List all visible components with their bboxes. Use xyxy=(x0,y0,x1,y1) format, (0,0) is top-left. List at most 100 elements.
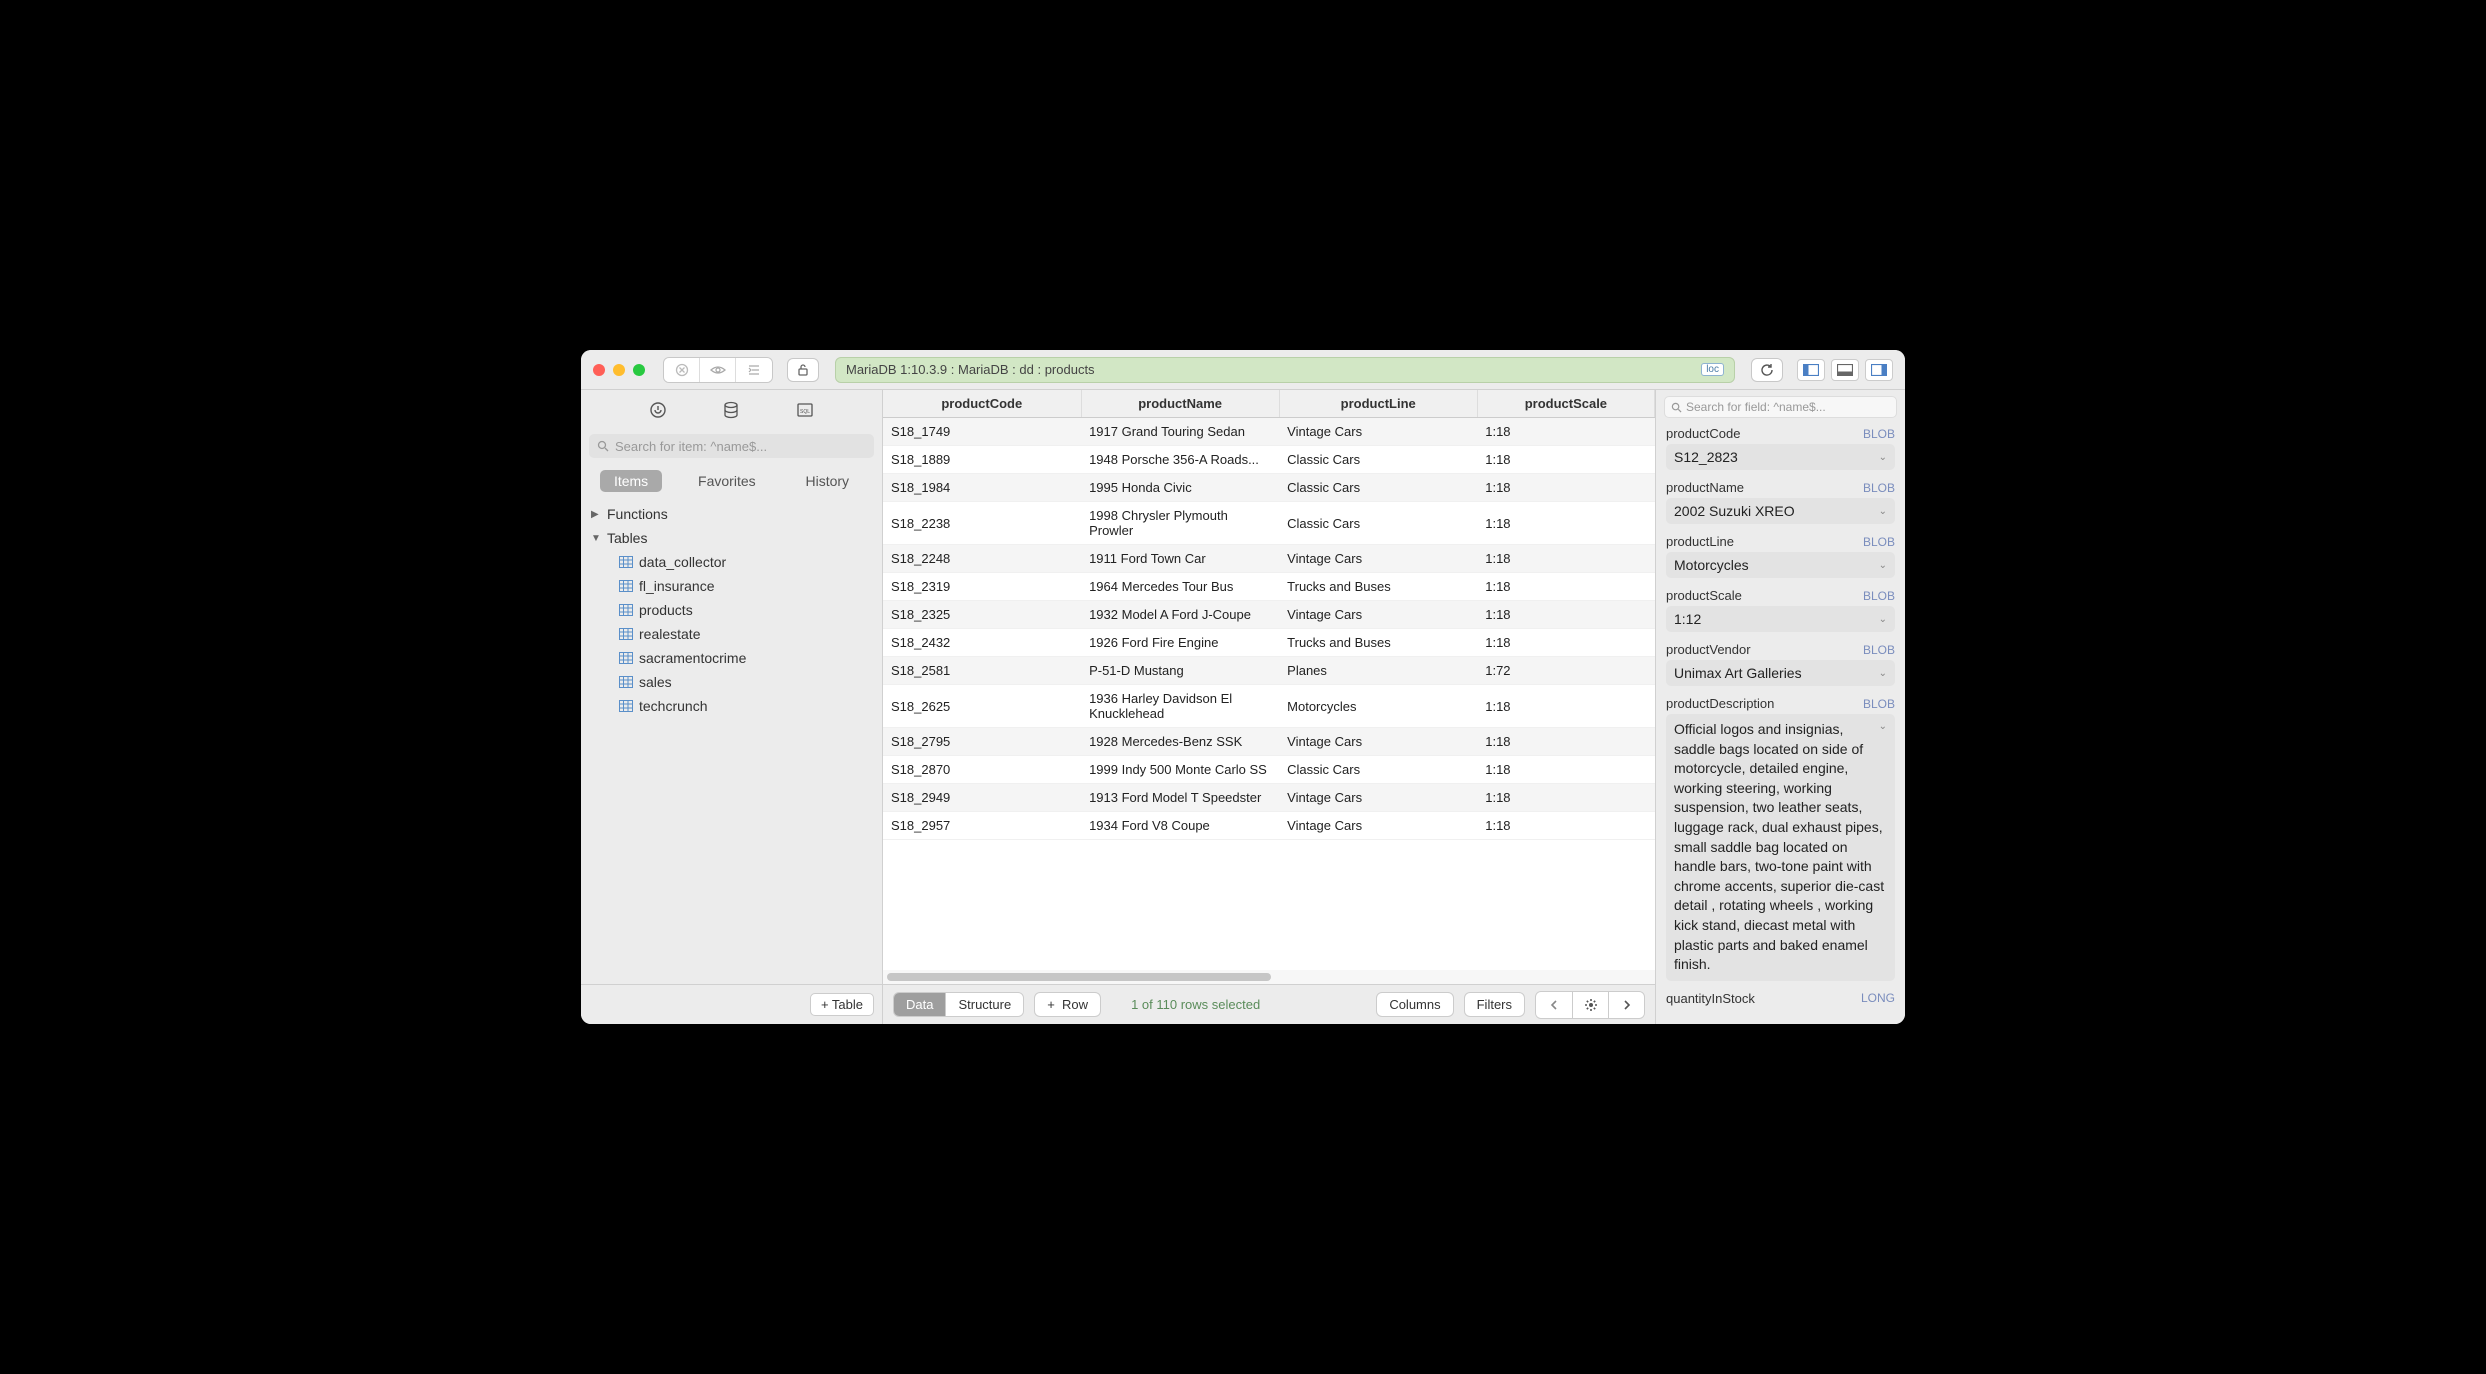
table-row[interactable]: S18_29571934 Ford V8 CoupeVintage Cars1:… xyxy=(883,812,1655,840)
cell-code[interactable]: S18_2325 xyxy=(883,601,1081,629)
cancel-icon[interactable] xyxy=(664,358,700,382)
sql-icon[interactable]: SQL xyxy=(793,398,817,422)
cell-line[interactable]: Trucks and Buses xyxy=(1279,573,1477,601)
column-header-productCode[interactable]: productCode xyxy=(883,390,1081,418)
cell-name[interactable]: 1999 Indy 500 Monte Carlo SS xyxy=(1081,756,1279,784)
columns-button[interactable]: Columns xyxy=(1376,992,1453,1017)
cell-line[interactable]: Classic Cars xyxy=(1279,446,1477,474)
cell-name[interactable]: 1913 Ford Model T Speedster xyxy=(1081,784,1279,812)
cell-code[interactable]: S18_1749 xyxy=(883,418,1081,446)
table-row[interactable]: S18_18891948 Porsche 356-A Roads...Class… xyxy=(883,446,1655,474)
cell-code[interactable]: S18_1889 xyxy=(883,446,1081,474)
table-row[interactable]: S18_24321926 Ford Fire EngineTrucks and … xyxy=(883,629,1655,657)
cell-line[interactable]: Vintage Cars xyxy=(1279,545,1477,573)
database-icon[interactable] xyxy=(719,398,743,422)
sidebar-table-item[interactable]: data_collector xyxy=(581,550,882,574)
cell-name[interactable]: 1926 Ford Fire Engine xyxy=(1081,629,1279,657)
zoom-window-button[interactable] xyxy=(633,364,645,376)
minimize-window-button[interactable] xyxy=(613,364,625,376)
filters-button[interactable]: Filters xyxy=(1464,992,1525,1017)
cell-line[interactable]: Classic Cars xyxy=(1279,756,1477,784)
scrollbar-thumb[interactable] xyxy=(887,973,1271,981)
tab-items[interactable]: Items xyxy=(600,470,662,492)
power-icon[interactable] xyxy=(646,398,670,422)
sidebar-table-item[interactable]: techcrunch xyxy=(581,694,882,718)
cell-scale[interactable]: 1:18 xyxy=(1477,545,1654,573)
cell-code[interactable]: S18_2238 xyxy=(883,502,1081,545)
next-page-button[interactable] xyxy=(1608,992,1644,1018)
column-header-productScale[interactable]: productScale xyxy=(1477,390,1654,418)
cell-scale[interactable]: 1:18 xyxy=(1477,502,1654,545)
cell-name[interactable]: 1917 Grand Touring Sedan xyxy=(1081,418,1279,446)
cell-line[interactable]: Vintage Cars xyxy=(1279,784,1477,812)
horizontal-scrollbar[interactable] xyxy=(883,970,1655,984)
cell-line[interactable]: Vintage Cars xyxy=(1279,728,1477,756)
cell-scale[interactable]: 1:18 xyxy=(1477,728,1654,756)
cell-name[interactable]: 1934 Ford V8 Coupe xyxy=(1081,812,1279,840)
settings-button[interactable] xyxy=(1572,992,1608,1018)
sidebar-table-item[interactable]: products xyxy=(581,598,882,622)
table-row[interactable]: S18_22481911 Ford Town CarVintage Cars1:… xyxy=(883,545,1655,573)
tree-functions[interactable]: ▶ Functions xyxy=(581,502,882,526)
column-header-productLine[interactable]: productLine xyxy=(1279,390,1477,418)
cell-line[interactable]: Vintage Cars xyxy=(1279,812,1477,840)
tab-data[interactable]: Data xyxy=(894,993,945,1016)
cell-code[interactable]: S18_2795 xyxy=(883,728,1081,756)
table-row[interactable]: S18_23191964 Mercedes Tour BusTrucks and… xyxy=(883,573,1655,601)
cell-name[interactable]: 1936 Harley Davidson El Knucklehead xyxy=(1081,685,1279,728)
sidebar-table-item[interactable]: fl_insurance xyxy=(581,574,882,598)
cell-scale[interactable]: 1:18 xyxy=(1477,446,1654,474)
field-value-input[interactable]: 2002 Suzuki XREO ⌄ xyxy=(1666,498,1895,524)
cell-line[interactable]: Planes xyxy=(1279,657,1477,685)
tab-structure[interactable]: Structure xyxy=(945,993,1023,1016)
add-table-button[interactable]: + Table xyxy=(810,993,874,1016)
cell-name[interactable]: P-51-D Mustang xyxy=(1081,657,1279,685)
cell-code[interactable]: S18_2957 xyxy=(883,812,1081,840)
table-row[interactable]: S18_28701999 Indy 500 Monte Carlo SSClas… xyxy=(883,756,1655,784)
cell-code[interactable]: S18_2581 xyxy=(883,657,1081,685)
cell-scale[interactable]: 1:18 xyxy=(1477,418,1654,446)
cell-name[interactable]: 1964 Mercedes Tour Bus xyxy=(1081,573,1279,601)
cell-scale[interactable]: 1:18 xyxy=(1477,784,1654,812)
table-row[interactable]: S18_23251932 Model A Ford J-CoupeVintage… xyxy=(883,601,1655,629)
toggle-bottom-panel[interactable] xyxy=(1831,359,1859,381)
sidebar-table-item[interactable]: sales xyxy=(581,670,882,694)
cell-line[interactable]: Trucks and Buses xyxy=(1279,629,1477,657)
table-row[interactable]: S18_29491913 Ford Model T SpeedsterVinta… xyxy=(883,784,1655,812)
table-row[interactable]: S18_22381998 Chrysler Plymouth ProwlerCl… xyxy=(883,502,1655,545)
cell-code[interactable]: S18_2319 xyxy=(883,573,1081,601)
eye-icon[interactable] xyxy=(700,358,736,382)
cell-code[interactable]: S18_1984 xyxy=(883,474,1081,502)
table-row[interactable]: S18_26251936 Harley Davidson El Knuckleh… xyxy=(883,685,1655,728)
field-value-input[interactable]: Unimax Art Galleries ⌄ xyxy=(1666,660,1895,686)
cell-code[interactable]: S18_2248 xyxy=(883,545,1081,573)
cell-line[interactable]: Vintage Cars xyxy=(1279,418,1477,446)
cell-scale[interactable]: 1:18 xyxy=(1477,812,1654,840)
connection-path-bar[interactable]: MariaDB 1:10.3.9 : MariaDB : dd : produc… xyxy=(835,357,1735,383)
cell-scale[interactable]: 1:18 xyxy=(1477,629,1654,657)
table-row[interactable]: S18_19841995 Honda CivicClassic Cars1:18 xyxy=(883,474,1655,502)
inspector-search-input[interactable] xyxy=(1686,400,1890,414)
field-value-input[interactable]: S12_2823 ⌄ xyxy=(1666,444,1895,470)
cell-code[interactable]: S18_2625 xyxy=(883,685,1081,728)
field-value-textarea[interactable]: Official logos and insignias, saddle bag… xyxy=(1666,714,1895,981)
lock-icon[interactable] xyxy=(787,358,819,382)
sidebar-table-item[interactable]: sacramentocrime xyxy=(581,646,882,670)
field-value-input[interactable]: 1:12 ⌄ xyxy=(1666,606,1895,632)
cell-scale[interactable]: 1:18 xyxy=(1477,573,1654,601)
toggle-left-panel[interactable] xyxy=(1797,359,1825,381)
cell-line[interactable]: Vintage Cars xyxy=(1279,601,1477,629)
cell-name[interactable]: 1932 Model A Ford J-Coupe xyxy=(1081,601,1279,629)
indent-icon[interactable] xyxy=(736,358,772,382)
cell-scale[interactable]: 1:18 xyxy=(1477,601,1654,629)
sidebar-table-item[interactable]: realestate xyxy=(581,622,882,646)
cell-scale[interactable]: 1:18 xyxy=(1477,474,1654,502)
add-row-button[interactable]: + Row xyxy=(1034,992,1101,1017)
cell-line[interactable]: Motorcycles xyxy=(1279,685,1477,728)
column-header-productName[interactable]: productName xyxy=(1081,390,1279,418)
table-row[interactable]: S18_17491917 Grand Touring SedanVintage … xyxy=(883,418,1655,446)
cell-name[interactable]: 1928 Mercedes-Benz SSK xyxy=(1081,728,1279,756)
cell-scale[interactable]: 1:18 xyxy=(1477,756,1654,784)
cell-code[interactable]: S18_2949 xyxy=(883,784,1081,812)
cell-name[interactable]: 1995 Honda Civic xyxy=(1081,474,1279,502)
